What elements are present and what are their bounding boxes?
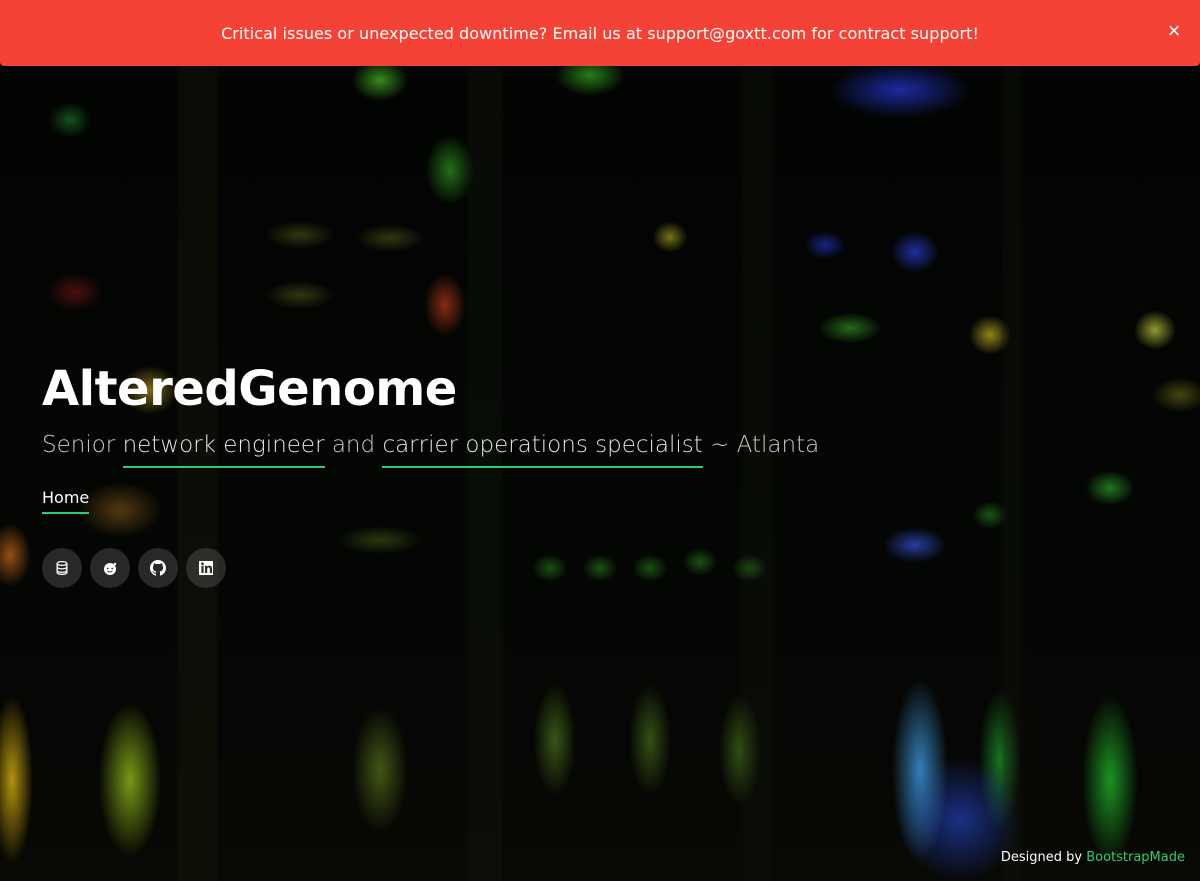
social-button-github[interactable] bbox=[138, 548, 178, 588]
social-button-reddit[interactable] bbox=[90, 548, 130, 588]
social-button-database[interactable] bbox=[42, 548, 82, 588]
site-title: AlteredGenome bbox=[42, 361, 457, 417]
linkedin-icon bbox=[199, 561, 213, 575]
github-icon bbox=[150, 560, 166, 576]
subtitle-prefix: Senior bbox=[42, 432, 123, 458]
reddit-icon bbox=[104, 562, 117, 575]
alert-banner: Critical issues or unexpected downtime? … bbox=[0, 0, 1200, 66]
footer-credits: Designed by BootstrapMade bbox=[1001, 850, 1185, 865]
subtitle-highlight-network-engineer: network engineer bbox=[122, 432, 325, 468]
subtitle-highlight-carrier-operations: carrier operations specialist bbox=[382, 432, 703, 468]
hero-subtitle: Senior network engineer and carrier oper… bbox=[42, 430, 820, 468]
social-links bbox=[42, 548, 819, 588]
page: Critical issues or unexpected downtime? … bbox=[0, 0, 1200, 881]
hero: AlteredGenome Senior network engineer an… bbox=[42, 360, 819, 588]
alert-message: Critical issues or unexpected downtime? … bbox=[221, 23, 979, 43]
database-icon bbox=[56, 561, 68, 575]
close-icon[interactable]: × bbox=[1162, 20, 1186, 44]
subtitle-suffix: ~ Atlanta bbox=[702, 432, 820, 458]
nav-link-home[interactable]: Home bbox=[42, 488, 90, 514]
subtitle-middle: and bbox=[324, 432, 383, 458]
credits-prefix: Designed by bbox=[1000, 850, 1087, 865]
credits-link[interactable]: BootstrapMade bbox=[1086, 850, 1185, 865]
main-nav: Home bbox=[42, 488, 819, 514]
social-button-linkedin[interactable] bbox=[186, 548, 226, 588]
